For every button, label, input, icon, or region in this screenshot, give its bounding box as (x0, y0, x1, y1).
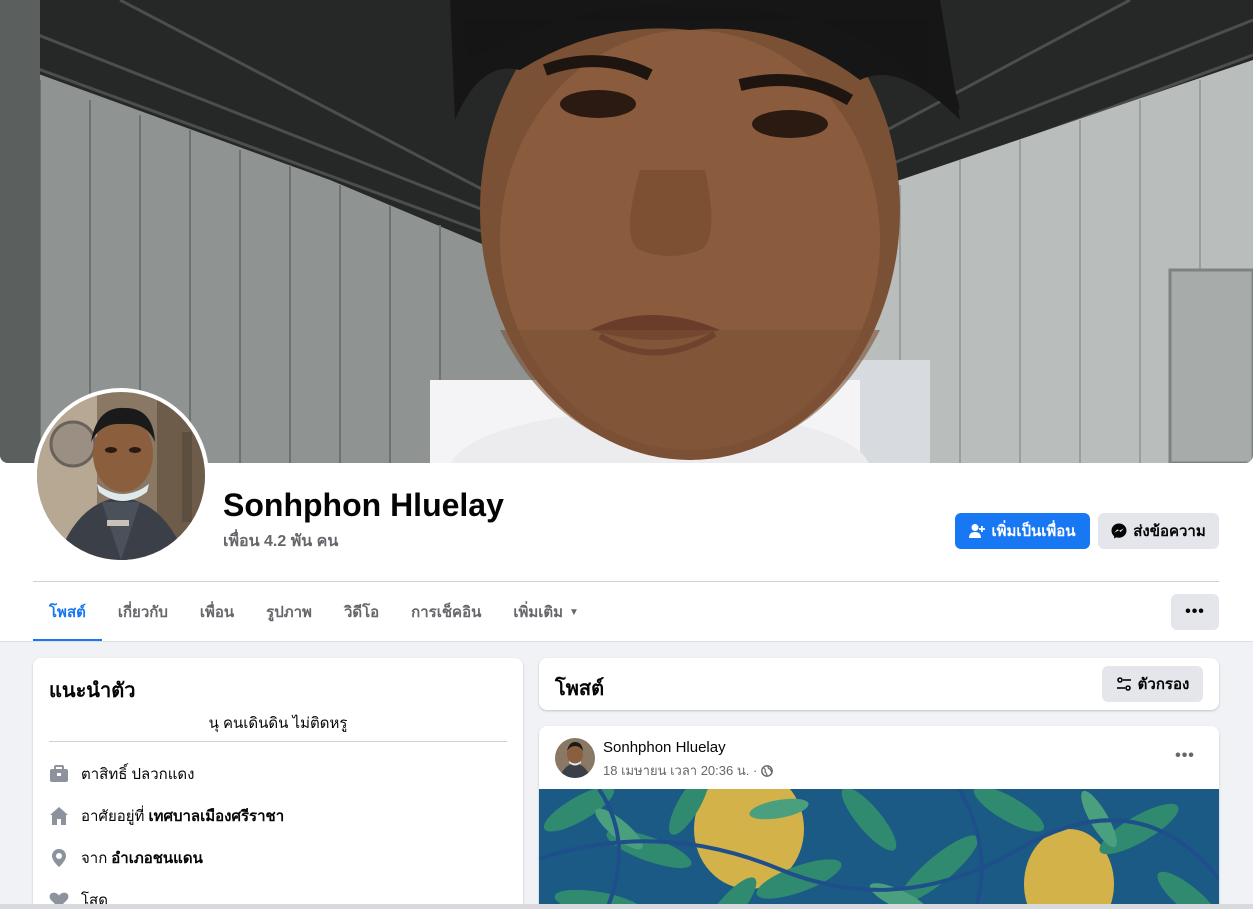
tab-photos[interactable]: รูปภาพ (250, 582, 328, 642)
post-image[interactable] (539, 789, 1219, 909)
intro-lives-prefix: อาศัยอยู่ที่ (81, 808, 145, 825)
tab-posts[interactable]: โพสต์ (33, 582, 102, 642)
tab-more[interactable]: เพิ่มเติม ▼ (497, 582, 595, 642)
add-friend-icon (969, 524, 986, 538)
filter-button[interactable]: ตัวกรอง (1102, 666, 1203, 702)
intro-bio: นุ คนเดินดิน ไม่ติดหรู (208, 715, 348, 732)
posts-title: โพสต์ (555, 678, 605, 700)
tab-videos-label: วิดีโอ (343, 604, 380, 621)
post-timestamp[interactable]: 18 เมษายน เวลา 20:36 น. · (603, 760, 757, 781)
messenger-icon (1111, 523, 1127, 539)
intro-lives-link[interactable]: เทศบาลเมืองศรีราชา (148, 804, 284, 828)
intro-from-row: จาก อำเภอชนแดน (49, 846, 203, 870)
post-author-avatar-image (555, 738, 595, 778)
filter-icon (1116, 677, 1131, 691)
intro-title: แนะนำตัว (49, 680, 136, 702)
posts-header-card: โพสต์ ตัวกรอง (539, 658, 1219, 710)
tab-photos-label: รูปภาพ (266, 604, 312, 621)
intro-from-link[interactable]: อำเภอชนแดน (111, 846, 203, 870)
header-shadow (0, 641, 1253, 642)
add-friend-button[interactable]: เพิ่มเป็นเพื่อน (955, 513, 1090, 549)
intro-work-row: ตาสิทธิ์ ปลวกแดง (49, 762, 194, 786)
profile-name: Sonhphon Hluelay (223, 487, 504, 523)
post-meta: 18 เมษายน เวลา 20:36 น. · (603, 760, 774, 781)
tab-posts-label: โพสต์ (49, 604, 86, 621)
briefcase-icon (49, 764, 69, 784)
intro-card: แนะนำตัว นุ คนเดินดิน ไม่ติดหรู ตาสิทธิ์… (33, 658, 523, 909)
tab-more-label: เพิ่มเติม (513, 604, 564, 621)
bottom-scroll-strip (0, 904, 1253, 909)
tab-friends-label: เพื่อน (199, 604, 235, 621)
cover-photo-image (0, 0, 1253, 463)
tab-about-label: เกี่ยวกับ (117, 604, 168, 621)
post-card: Sonhphon Hluelay 18 เมษายน เวลา 20:36 น.… (539, 726, 1219, 909)
post-more-button[interactable]: ••• (1165, 738, 1205, 774)
intro-work-text: ตาสิทธิ์ ปลวกแดง (81, 766, 195, 783)
home-icon (49, 806, 69, 826)
profile-picture-image (37, 392, 205, 560)
tab-friends[interactable]: เพื่อน (184, 582, 250, 642)
tab-checkins[interactable]: การเช็คอิน (395, 582, 497, 642)
tab-checkins-label: การเช็คอิน (411, 604, 482, 621)
send-message-button[interactable]: ส่งข้อความ (1098, 513, 1219, 549)
profile-picture[interactable] (33, 388, 209, 564)
send-message-label: ส่งข้อความ (1133, 523, 1206, 540)
cover-photo[interactable] (0, 0, 1253, 463)
intro-divider (49, 741, 507, 742)
post-author-avatar[interactable] (555, 738, 595, 778)
globe-icon[interactable] (761, 764, 774, 777)
post-author-name[interactable]: Sonhphon Hluelay (603, 739, 726, 756)
filter-label: ตัวกรอง (1137, 676, 1190, 693)
profile-header: Sonhphon Hluelay เพื่อน 4.2 พัน คน เพิ่ม… (0, 0, 1253, 642)
more-icon: ••• (1185, 603, 1205, 620)
more-icon: ••• (1175, 747, 1195, 764)
tab-videos[interactable]: วิดีโอ (328, 582, 395, 642)
location-pin-icon (49, 848, 69, 868)
caret-down-icon: ▼ (569, 606, 579, 618)
intro-lives-row: อาศัยอยู่ที่ เทศบาลเมืองศรีราชา (49, 804, 284, 828)
intro-from-prefix: จาก (81, 850, 108, 867)
profile-tabs: โพสต์ เกี่ยวกับ เพื่อน รูปภาพ วิดีโอ การ… (33, 582, 595, 642)
add-friend-label: เพิ่มเป็นเพื่อน (991, 523, 1076, 540)
tab-about[interactable]: เกี่ยวกับ (102, 582, 184, 642)
friend-count[interactable]: เพื่อน 4.2 พัน คน (223, 529, 338, 554)
profile-more-button[interactable]: ••• (1171, 594, 1219, 630)
post-image-pattern (539, 789, 1219, 909)
